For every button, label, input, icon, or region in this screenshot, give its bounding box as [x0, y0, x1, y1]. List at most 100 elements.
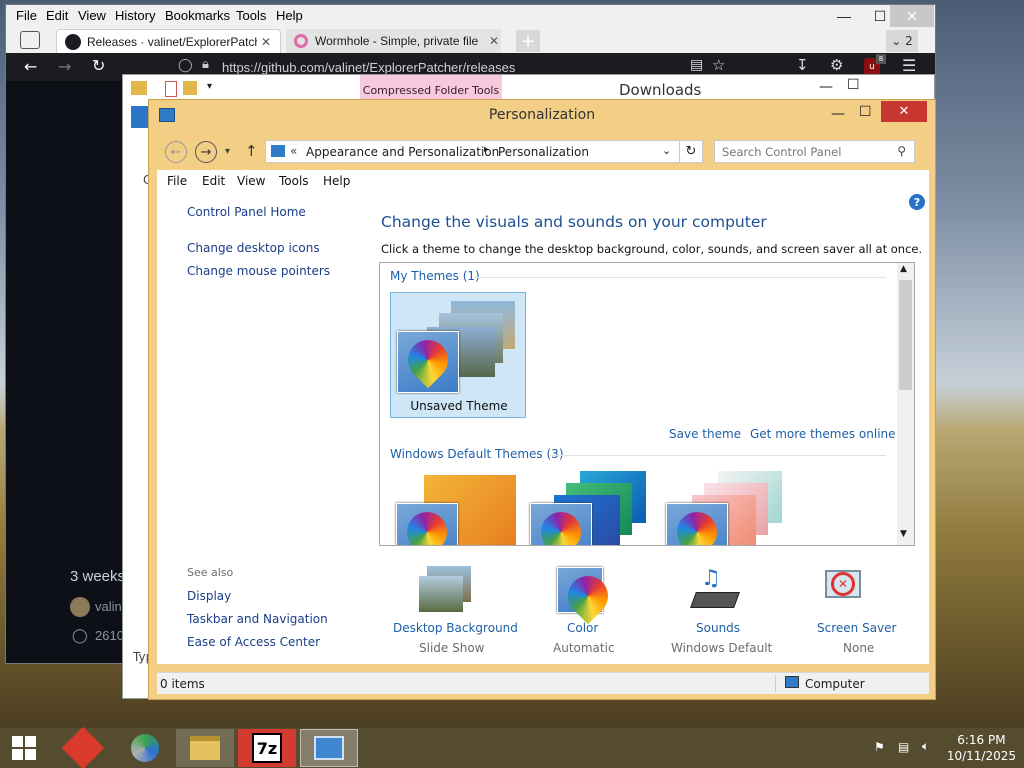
forward-icon[interactable]: → — [195, 141, 217, 163]
maximize-button[interactable]: ☐ — [859, 104, 872, 120]
breadcrumb-personalization[interactable]: Personalization — [498, 145, 589, 159]
theme-windows-tile[interactable] — [390, 471, 526, 545]
up-icon[interactable]: ↑ — [245, 142, 258, 160]
menu-view[interactable]: View — [237, 174, 265, 188]
author-name[interactable]: valin — [95, 599, 122, 614]
control-panel-home-link[interactable]: Control Panel Home — [187, 205, 306, 219]
menu-tools[interactable]: Tools — [236, 8, 266, 23]
network-icon[interactable]: ▤ — [898, 740, 909, 754]
theme-scrollbar[interactable]: ▲ ▼ — [897, 263, 914, 545]
start-button[interactable] — [0, 729, 48, 767]
tag-text[interactable]: 2610 — [95, 628, 124, 643]
get-more-themes-link[interactable]: Get more themes online — [750, 427, 896, 441]
breadcrumb-separator-icon[interactable]: ▸ — [484, 144, 489, 155]
change-mouse-pointers-link[interactable]: Change mouse pointers — [187, 264, 330, 278]
control-panel-icon — [314, 736, 344, 760]
extensions-icon[interactable]: ⚙ — [830, 56, 843, 74]
tab-overview-icon[interactable] — [20, 31, 40, 49]
properties-icon[interactable] — [165, 81, 177, 97]
help-icon[interactable]: ? — [909, 194, 925, 210]
menu-tools[interactable]: Tools — [279, 174, 309, 188]
new-folder-icon[interactable] — [183, 81, 197, 95]
back-icon[interactable]: ← — [24, 57, 37, 76]
avatar[interactable] — [70, 597, 90, 617]
github-icon — [65, 33, 81, 50]
reload-icon[interactable]: ↻ — [92, 56, 105, 75]
page-heading: Change the visuals and sounds on your co… — [381, 213, 767, 231]
minimize-button[interactable]: — — [831, 106, 845, 122]
address-bar[interactable]: « Appearance and Personalization ▸ Perso… — [265, 140, 683, 163]
scroll-thumb[interactable] — [899, 280, 912, 390]
volume-muted-icon[interactable]: 🔈︎ — [922, 739, 929, 754]
tab-wormhole[interactable]: Wormhole - Simple, private file ✕ — [286, 29, 501, 53]
taskbar-navigation-link[interactable]: Taskbar and Navigation — [187, 612, 328, 626]
tab-releases[interactable]: Releases · valinet/ExplorerPatcher ✕ — [56, 29, 281, 53]
close-tab-icon[interactable]: ✕ — [489, 34, 499, 48]
new-tab-icon[interactable]: + — [516, 30, 540, 52]
breadcrumb-appearance[interactable]: Appearance and Personalization — [306, 145, 499, 159]
menu-help[interactable]: Help — [276, 8, 303, 23]
status-bar: 0 items Computer — [157, 672, 929, 694]
color-icon[interactable] — [557, 567, 603, 613]
back-icon[interactable]: ← — [165, 141, 187, 163]
recent-locations-icon[interactable]: ▾ — [225, 146, 230, 157]
menu-bookmarks[interactable]: Bookmarks — [165, 8, 230, 23]
scroll-down-icon[interactable]: ▼ — [900, 529, 907, 539]
screen-saver-value: None — [843, 641, 875, 655]
explorer-title: Downloads — [619, 81, 702, 99]
close-button[interactable]: ✕ — [890, 5, 934, 27]
menu-help[interactable]: Help — [323, 174, 350, 188]
windows-logo-icon — [12, 736, 36, 760]
save-theme-link[interactable]: Save theme — [669, 427, 741, 441]
scroll-up-icon[interactable]: ▲ — [900, 264, 907, 274]
desktop-background-link[interactable]: Desktop Background — [393, 621, 518, 635]
unsaved-theme-tile[interactable]: Unsaved Theme — [390, 292, 526, 418]
my-themes-label: My Themes (1) — [390, 269, 480, 283]
refresh-icon[interactable]: ↻ — [679, 140, 703, 163]
minimize-button[interactable]: — — [819, 79, 833, 95]
search-input[interactable]: Search Control Panel ⚲ — [714, 140, 915, 163]
taskbar-browser[interactable] — [116, 729, 174, 767]
sounds-icon[interactable]: ♫ — [689, 566, 745, 616]
theme-lines-tile[interactable] — [526, 471, 662, 545]
menu-hamburger-icon[interactable]: ☰ — [902, 56, 916, 75]
close-tab-icon[interactable]: ✕ — [261, 35, 271, 49]
menu-history[interactable]: History — [115, 8, 155, 23]
color-value: Automatic — [553, 641, 615, 655]
action-center-flag-icon[interactable]: ⚑ — [874, 740, 885, 754]
quick-access-dropdown-icon[interactable]: ▾ — [207, 81, 212, 92]
screen-saver-icon[interactable]: ✕ — [821, 566, 877, 616]
shield-icon[interactable]: ◯ — [178, 58, 193, 73]
minimize-button[interactable]: — — [826, 5, 862, 27]
menu-edit[interactable]: Edit — [202, 174, 225, 188]
taskbar-control-panel[interactable] — [300, 729, 358, 767]
close-button[interactable]: ✕ — [881, 101, 927, 122]
change-desktop-icons-link[interactable]: Change desktop icons — [187, 241, 320, 255]
desktop-background-icon[interactable] — [419, 566, 475, 616]
taskbar-file-explorer[interactable] — [176, 729, 234, 767]
menu-file[interactable]: File — [167, 174, 187, 188]
color-link[interactable]: Color — [567, 621, 598, 635]
taskbar-wps-office[interactable] — [54, 726, 112, 768]
display-link[interactable]: Display — [187, 589, 231, 603]
lock-icon[interactable]: 🔒︎ — [202, 57, 209, 72]
forward-icon[interactable]: → — [58, 57, 71, 76]
tab-list-button[interactable]: ⌄ 2 — [886, 30, 918, 52]
maximize-button[interactable]: ☐ — [847, 77, 860, 93]
downloads-icon[interactable]: ↧ — [796, 56, 809, 74]
sounds-link[interactable]: Sounds — [696, 621, 740, 635]
screen-saver-link[interactable]: Screen Saver — [817, 621, 896, 635]
taskbar-7zip[interactable]: 7z — [238, 729, 296, 767]
menu-view[interactable]: View — [78, 8, 106, 23]
theme-flowers-tile[interactable] — [662, 471, 798, 545]
search-icon[interactable]: ⚲ — [897, 144, 906, 158]
menu-edit[interactable]: Edit — [46, 8, 68, 23]
clock[interactable]: 6:16 PM 10/11/2025 — [947, 732, 1016, 764]
address-dropdown-icon[interactable]: ⌄ — [662, 144, 671, 157]
computer-icon — [785, 676, 799, 688]
bookmark-star-icon[interactable]: ☆ — [712, 56, 725, 74]
breadcrumb-overflow[interactable]: « — [290, 144, 297, 158]
menu-file[interactable]: File — [16, 8, 37, 23]
ease-of-access-link[interactable]: Ease of Access Center — [187, 635, 320, 649]
reader-view-icon[interactable]: ▤ — [690, 57, 703, 73]
